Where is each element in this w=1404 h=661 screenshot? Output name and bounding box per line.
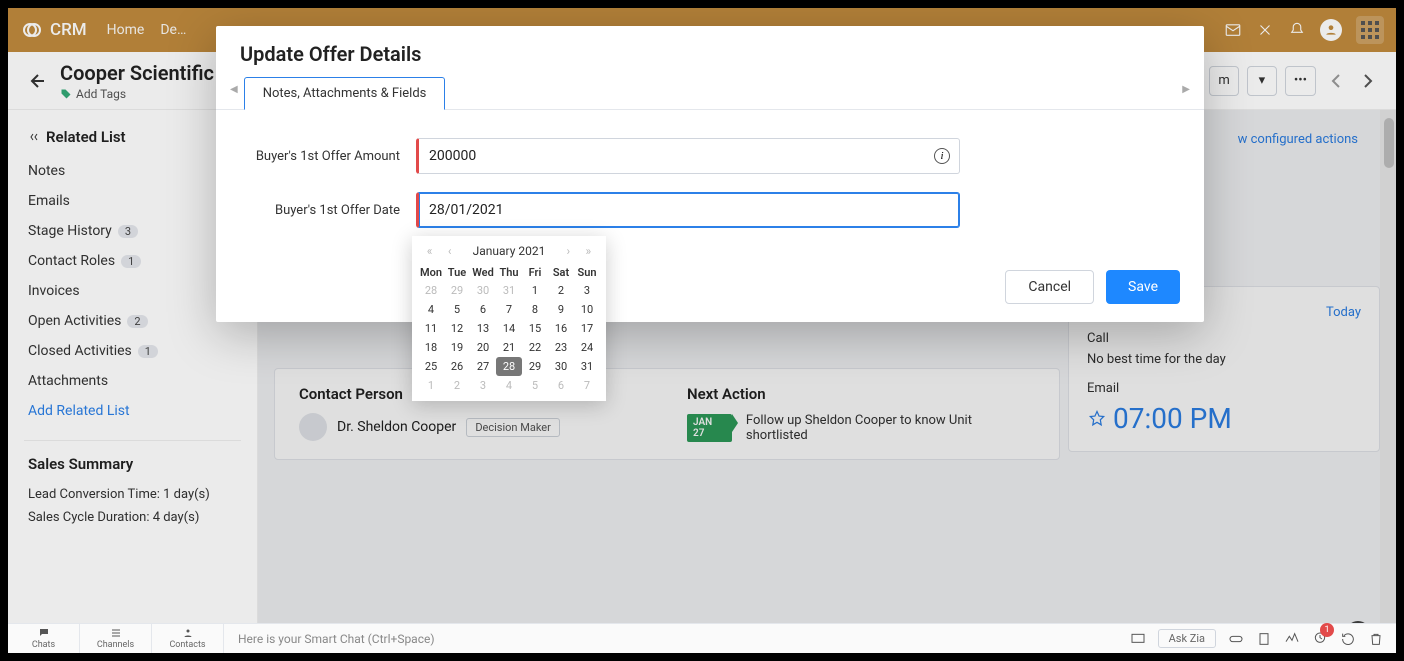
- bb-contacts[interactable]: Contacts: [152, 624, 224, 653]
- dp-day[interactable]: 31: [496, 281, 522, 300]
- dp-day[interactable]: 22: [522, 338, 548, 357]
- chat-icon: [38, 627, 50, 639]
- dp-dow: Thu: [496, 264, 522, 281]
- dp-day[interactable]: 19: [444, 338, 470, 357]
- dp-day[interactable]: 12: [444, 319, 470, 338]
- dp-day[interactable]: 17: [574, 319, 600, 338]
- dp-day[interactable]: 8: [522, 300, 548, 319]
- dp-day[interactable]: 30: [548, 357, 574, 376]
- dp-dow: Wed: [470, 264, 496, 281]
- dp-dow: Tue: [444, 264, 470, 281]
- dp-day[interactable]: 5: [522, 376, 548, 395]
- dp-dow: Fri: [522, 264, 548, 281]
- dp-day[interactable]: 21: [496, 338, 522, 357]
- dp-day[interactable]: 18: [418, 338, 444, 357]
- smart-chat-hint[interactable]: Here is your Smart Chat (Ctrl+Space): [224, 632, 435, 646]
- dp-next-month-icon[interactable]: ›: [561, 244, 575, 258]
- notif-count: 1: [1320, 623, 1334, 637]
- history-icon[interactable]: [1340, 631, 1356, 647]
- dp-next-year-icon[interactable]: »: [581, 244, 595, 258]
- dp-day[interactable]: 15: [522, 319, 548, 338]
- dp-day[interactable]: 2: [548, 281, 574, 300]
- dp-day[interactable]: 2: [444, 376, 470, 395]
- info-icon[interactable]: i: [934, 148, 950, 164]
- save-button[interactable]: Save: [1106, 270, 1180, 304]
- dp-day[interactable]: 29: [522, 357, 548, 376]
- alarm-button[interactable]: 1: [1312, 629, 1328, 648]
- dp-day[interactable]: 11: [418, 319, 444, 338]
- trash-icon[interactable]: [1368, 631, 1384, 647]
- datepicker: « ‹ January 2021 › » MonTueWedThuFriSatS…: [412, 236, 606, 401]
- dp-day[interactable]: 7: [574, 376, 600, 395]
- dp-prev-month-icon[interactable]: ‹: [443, 244, 457, 258]
- zigzag-icon[interactable]: [1284, 631, 1300, 647]
- dp-dow: Sun: [574, 264, 600, 281]
- dp-day[interactable]: 1: [418, 376, 444, 395]
- dp-prev-year-icon[interactable]: «: [423, 244, 437, 258]
- dp-dow: Sat: [548, 264, 574, 281]
- dp-day[interactable]: 13: [470, 319, 496, 338]
- dp-day[interactable]: 6: [548, 376, 574, 395]
- dp-day[interactable]: 31: [574, 357, 600, 376]
- update-offer-modal: Update Offer Details ◀ Notes, Attachment…: [216, 26, 1204, 322]
- bb-chats[interactable]: Chats: [8, 624, 80, 653]
- dp-day[interactable]: 5: [444, 300, 470, 319]
- screen-icon[interactable]: [1130, 631, 1146, 647]
- clipboard-icon[interactable]: [1256, 631, 1272, 647]
- dp-day[interactable]: 6: [470, 300, 496, 319]
- dp-dow: Mon: [418, 264, 444, 281]
- tabs-scroll-right-icon[interactable]: ▶: [1176, 76, 1196, 109]
- dp-day[interactable]: 1: [522, 281, 548, 300]
- date-label: Buyer's 1st Offer Date: [240, 203, 400, 218]
- dp-day[interactable]: 3: [470, 376, 496, 395]
- dp-day[interactable]: 29: [444, 281, 470, 300]
- contacts-icon: [182, 627, 194, 639]
- date-input[interactable]: [416, 192, 960, 228]
- dp-day[interactable]: 14: [496, 319, 522, 338]
- dp-day[interactable]: 28: [418, 281, 444, 300]
- dp-day[interactable]: 26: [444, 357, 470, 376]
- dp-day[interactable]: 24: [574, 338, 600, 357]
- dp-day[interactable]: 7: [496, 300, 522, 319]
- dp-day[interactable]: 4: [418, 300, 444, 319]
- tabs-scroll-left-icon[interactable]: ◀: [224, 76, 244, 109]
- modal-title: Update Offer Details: [216, 26, 1204, 76]
- tab-notes-attachments-fields[interactable]: Notes, Attachments & Fields: [244, 77, 446, 110]
- dp-day[interactable]: 25: [418, 357, 444, 376]
- amount-label: Buyer's 1st Offer Amount: [240, 149, 400, 164]
- dp-title[interactable]: January 2021: [473, 244, 546, 258]
- dp-day[interactable]: 10: [574, 300, 600, 319]
- dp-day[interactable]: 16: [548, 319, 574, 338]
- channels-icon: [110, 627, 122, 639]
- dp-day[interactable]: 3: [574, 281, 600, 300]
- bottom-bar: Chats Channels Contacts Here is your Sma…: [8, 623, 1396, 653]
- cancel-button[interactable]: Cancel: [1005, 270, 1094, 304]
- dp-day[interactable]: 28: [496, 357, 522, 376]
- bb-channels[interactable]: Channels: [80, 624, 152, 653]
- dp-day[interactable]: 4: [496, 376, 522, 395]
- dp-day[interactable]: 9: [548, 300, 574, 319]
- dp-day[interactable]: 27: [470, 357, 496, 376]
- ask-zia-button[interactable]: Ask Zia: [1158, 629, 1216, 648]
- dp-day[interactable]: 23: [548, 338, 574, 357]
- amount-input[interactable]: [416, 138, 960, 174]
- dp-day[interactable]: 30: [470, 281, 496, 300]
- gamepad-icon[interactable]: [1228, 631, 1244, 647]
- dp-day[interactable]: 20: [470, 338, 496, 357]
